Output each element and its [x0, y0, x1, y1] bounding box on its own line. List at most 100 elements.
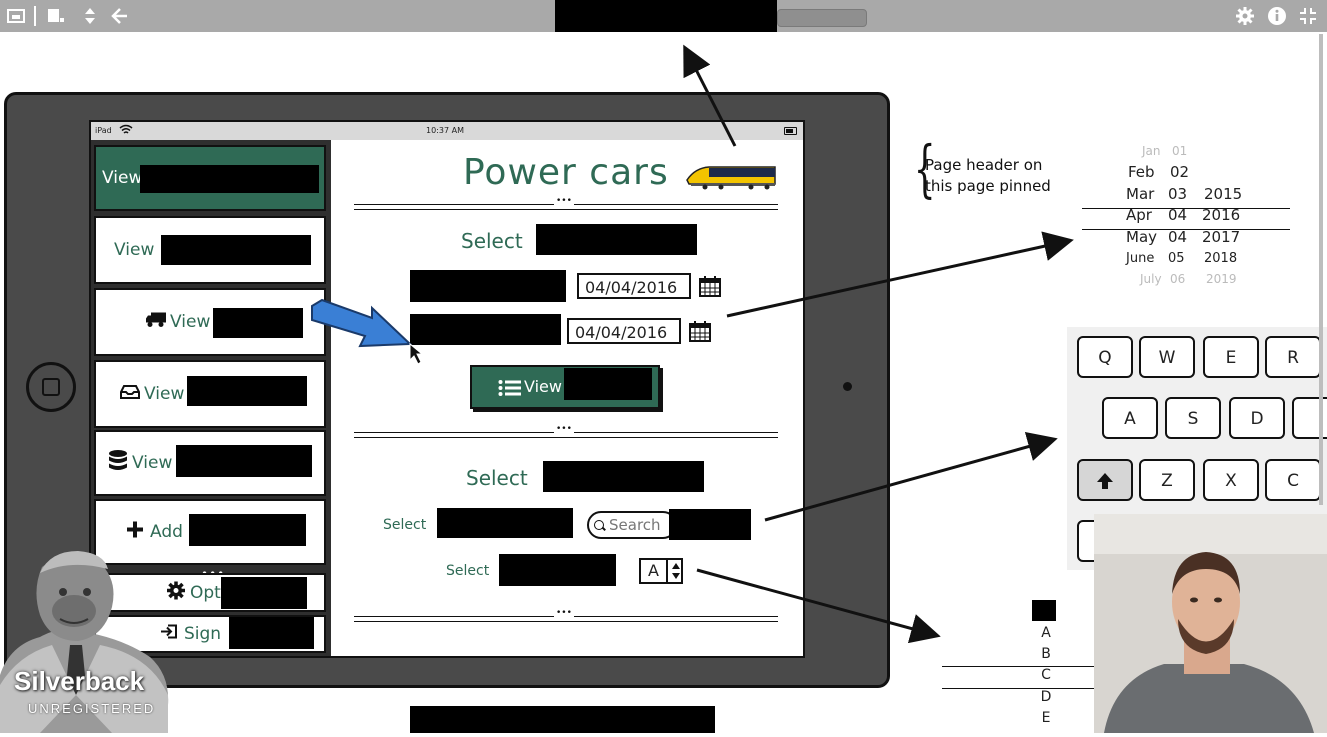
date-to-field[interactable]: 04/04/2016: [567, 318, 681, 344]
status-time: 10:37 AM: [426, 126, 464, 135]
letter-option[interactable]: D: [1038, 689, 1054, 705]
presenter-video: [1094, 514, 1327, 733]
sort-icon[interactable]: [80, 6, 100, 26]
date-picker-row: Mar 03 2015: [1082, 184, 1292, 205]
redacted-text: [140, 165, 319, 193]
key-c[interactable]: C: [1265, 459, 1321, 501]
section-divider: •••: [354, 424, 778, 438]
calendar-icon[interactable]: [689, 320, 711, 342]
dp-day: 02: [1170, 163, 1190, 181]
search-icon: [594, 520, 604, 530]
dp-year: 2019: [1206, 272, 1237, 286]
date-from-field[interactable]: 04/04/2016: [577, 273, 691, 299]
collapse-icon[interactable]: [1298, 6, 1318, 26]
plus-icon: [126, 521, 144, 544]
letter-stepper[interactable]: A: [639, 558, 683, 584]
sidebar-item-label: View: [102, 168, 143, 188]
redacted-text: [536, 224, 697, 255]
dp-month: Jan: [1142, 144, 1161, 158]
redacted-text: [187, 376, 307, 406]
database-icon: [108, 450, 128, 477]
home-button[interactable]: [26, 362, 76, 412]
inbox-icon: [120, 384, 140, 404]
header-annotation: Page header on this page pinned: [925, 155, 1051, 197]
redacted-text: [221, 577, 307, 609]
dp-month: Mar: [1126, 185, 1155, 203]
shift-arrow-icon: [1097, 473, 1113, 489]
redacted-title: [555, 0, 777, 32]
screen-record-icon[interactable]: [6, 6, 26, 26]
key-q[interactable]: Q: [1077, 336, 1133, 378]
calendar-icon[interactable]: [699, 275, 721, 297]
key-x[interactable]: X: [1203, 459, 1259, 501]
key-d[interactable]: D: [1229, 397, 1285, 439]
key-e[interactable]: E: [1203, 336, 1259, 378]
sidebar-item-label: View: [114, 240, 155, 260]
section-divider: •••: [354, 608, 778, 622]
section-divider: •••: [354, 196, 778, 210]
stepper-arrows-icon[interactable]: [671, 562, 681, 586]
dp-year: 2015: [1204, 185, 1243, 203]
dp-year: 2017: [1202, 228, 1241, 246]
date-picker-row: Feb 02: [1082, 162, 1292, 183]
train-icon: [685, 164, 779, 194]
redacted-text: [213, 308, 303, 338]
redacted-text: [161, 235, 311, 265]
letter-option[interactable]: B: [1038, 646, 1054, 662]
redacted-text: [437, 508, 573, 538]
shift-key[interactable]: [1077, 459, 1133, 501]
info-icon[interactable]: [1267, 6, 1287, 26]
letter-option[interactable]: E: [1038, 710, 1054, 726]
annotation-line: this page pinned: [925, 177, 1051, 195]
date-picker-row: July 06 2019: [1082, 269, 1292, 290]
sidebar-item-label: Opt: [190, 582, 221, 603]
redacted-text: [564, 368, 652, 400]
date-picker-wheel[interactable]: Jan 01 Feb 02 Mar 03 2015 Apr 04 2016 Ma…: [1082, 140, 1292, 290]
dp-day: 04: [1168, 206, 1188, 224]
toolbar-slider[interactable]: [777, 9, 867, 27]
letter-option-selected[interactable]: C: [1038, 667, 1054, 683]
top-toolbar: [0, 0, 1327, 32]
date-picker-row: May 04 2017: [1082, 227, 1292, 248]
page-title: Power cars: [463, 152, 669, 193]
dp-year: 2018: [1204, 251, 1238, 266]
dp-day: 03: [1168, 185, 1188, 203]
view-button-label: View: [524, 377, 562, 396]
redacted-text: [543, 461, 704, 492]
key-a[interactable]: A: [1102, 397, 1158, 439]
redacted-text: [499, 554, 616, 586]
list-icon: [498, 379, 522, 401]
sidebar-item-label: Sign: [184, 624, 222, 644]
webcam-overlay: [1094, 514, 1327, 733]
gear-icon[interactable]: [1235, 6, 1255, 26]
redacted-text: [669, 509, 751, 540]
sidebar-item-label: View: [170, 312, 211, 332]
key-z[interactable]: Z: [1139, 459, 1195, 501]
back-arrow-icon[interactable]: [110, 6, 130, 26]
key-s[interactable]: S: [1165, 397, 1221, 439]
key-r[interactable]: R: [1265, 336, 1321, 378]
watermark-status: UNREGISTERED: [28, 701, 156, 716]
letter-option[interactable]: A: [1038, 625, 1054, 641]
sidebar-item-label: Add: [150, 522, 183, 542]
redacted-text: [410, 270, 566, 302]
dp-day: 01: [1172, 144, 1188, 158]
key-w[interactable]: W: [1139, 336, 1195, 378]
truck-icon: [145, 312, 167, 333]
sidebar-item-label: View: [144, 384, 185, 404]
camera-dot: [843, 382, 852, 391]
stepper-value: A: [648, 561, 659, 580]
divider-dots: •••: [554, 424, 574, 434]
divider-dots: •••: [554, 196, 574, 206]
dp-month: July: [1140, 272, 1162, 286]
dp-day: 04: [1168, 228, 1188, 246]
sidebar-item-label: View: [132, 453, 173, 473]
dp-day: 06: [1170, 272, 1186, 286]
select-label: Select: [446, 563, 490, 579]
watermark-brand: Silverback: [14, 666, 145, 696]
window-icon[interactable]: [46, 6, 66, 26]
status-carrier: iPad: [95, 126, 112, 135]
search-input[interactable]: Search: [587, 511, 677, 539]
key-f[interactable]: [1292, 397, 1327, 439]
redacted-text: [410, 706, 715, 733]
